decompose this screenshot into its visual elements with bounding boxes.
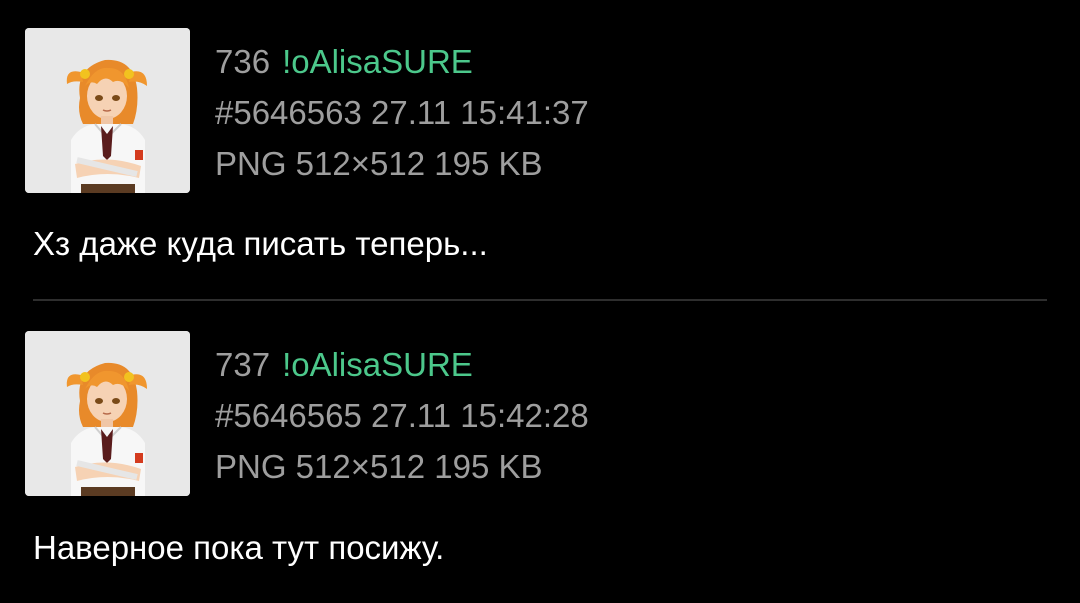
post-divider: [33, 299, 1047, 301]
post-comment: Хз даже куда писать теперь...: [33, 225, 488, 262]
post-id-datetime: #5646565 27.11 15:42:28: [215, 397, 589, 434]
post-thumbnail[interactable]: [25, 331, 190, 496]
post-number[interactable]: 737: [215, 346, 270, 383]
post-meta: 736 !oAlisaSURE #5646563 27.11 15:41:37 P…: [215, 40, 589, 193]
file-info: PNG 512×512 195 KB: [215, 448, 543, 485]
post-header-line: 736 !oAlisaSURE: [215, 40, 589, 91]
file-info: PNG 512×512 195 KB: [215, 145, 543, 182]
post-meta: 737 !oAlisaSURE #5646565 27.11 15:42:28 P…: [215, 343, 589, 496]
poster-tripcode[interactable]: !oAlisaSURE: [282, 346, 473, 383]
post-thumbnail[interactable]: [25, 28, 190, 193]
anime-girl-avatar-icon: [25, 28, 190, 193]
post-number[interactable]: 736: [215, 43, 270, 80]
poster-tripcode[interactable]: !oAlisaSURE: [282, 43, 473, 80]
post-id-datetime: #5646563 27.11 15:41:37: [215, 94, 589, 131]
anime-girl-avatar-icon: [25, 331, 190, 496]
post-header-line: 737 !oAlisaSURE: [215, 343, 589, 394]
post-comment: Наверное пока тут посижу.: [33, 529, 445, 566]
